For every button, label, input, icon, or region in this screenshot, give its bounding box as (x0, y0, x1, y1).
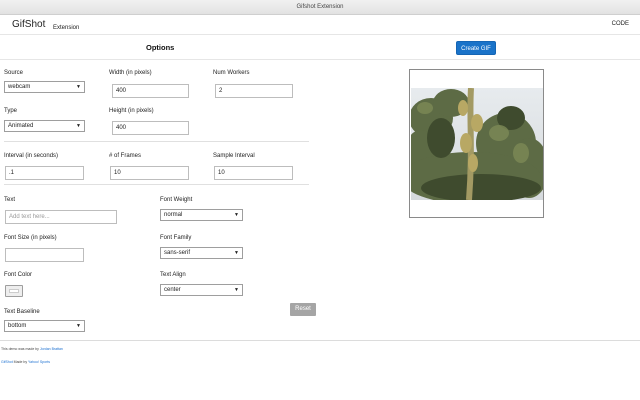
yahoo-sports-link[interactable]: Yahoo! Sports (28, 360, 50, 364)
type-select-value: Animated (8, 123, 34, 129)
font-family-label: Font Family (160, 235, 192, 241)
footer-credit-author: This demo was made by Jordan Brattan (1, 347, 63, 351)
brand-logo-text: GifShot (12, 19, 46, 30)
chevron-down-icon: ▼ (76, 323, 81, 329)
width-input[interactable]: 400 (112, 84, 189, 98)
frames-label: # of Frames (109, 153, 142, 159)
chevron-down-icon: ▼ (234, 287, 239, 293)
footer-divider (0, 340, 640, 341)
chevron-down-icon: ▼ (234, 212, 239, 218)
interval-input[interactable]: .1 (5, 166, 84, 180)
gifshot-link[interactable]: GifShot (1, 360, 13, 364)
footer-credit-text: This demo was made by (1, 347, 39, 351)
window-titlebar: Gifshot Extension (0, 0, 640, 15)
section-divider (4, 141, 309, 142)
brand-subtitle: Extension (53, 25, 80, 31)
font-weight-select[interactable]: normal ▼ (160, 209, 243, 221)
font-color-picker[interactable] (5, 285, 23, 297)
code-link[interactable]: CODE (612, 21, 629, 27)
source-select-value: webcam (8, 84, 31, 90)
font-color-swatch (9, 289, 19, 293)
font-color-label: Font Color (4, 272, 33, 278)
text-baseline-select-value: bottom (8, 323, 27, 329)
text-input[interactable]: Add text here... (5, 210, 117, 224)
source-label: Source (4, 70, 24, 76)
create-gif-button[interactable]: Create GIF (456, 41, 496, 55)
font-size-label: Font Size (in pixels) (4, 235, 57, 241)
chevron-down-icon: ▼ (234, 250, 239, 256)
chevron-down-icon: ▼ (76, 84, 81, 90)
footer-made-by: Made by (13, 360, 28, 364)
text-baseline-select[interactable]: bottom ▼ (4, 320, 85, 332)
sample-interval-label: Sample Interval (213, 153, 255, 159)
frames-input[interactable]: 10 (110, 166, 189, 180)
text-align-select-value: center (164, 287, 181, 293)
source-select[interactable]: webcam ▼ (4, 81, 85, 93)
font-family-select[interactable]: sans-serif ▼ (160, 247, 243, 259)
options-toolbar: Options Create GIF (0, 34, 640, 60)
reset-button[interactable]: Reset (290, 303, 316, 316)
text-align-label: Text Align (160, 272, 186, 278)
height-label: Height (in pixels) (109, 108, 154, 114)
options-title: Options (146, 43, 175, 52)
text-align-select[interactable]: center ▼ (160, 284, 243, 296)
width-label: Width (in pixels) (109, 70, 152, 76)
height-input[interactable]: 400 (112, 121, 189, 135)
webcam-preview-image (411, 88, 543, 200)
font-family-select-value: sans-serif (164, 250, 191, 256)
num-workers-label: Num Workers (213, 70, 250, 76)
font-size-input[interactable] (5, 248, 84, 262)
font-weight-select-value: normal (164, 212, 183, 218)
type-select[interactable]: Animated ▼ (4, 120, 85, 132)
text-baseline-label: Text Baseline (4, 309, 40, 315)
num-workers-input[interactable]: 2 (215, 84, 293, 98)
app-header: GifShot Extension CODE (0, 15, 640, 35)
sample-interval-input[interactable]: 10 (214, 166, 293, 180)
type-label: Type (4, 108, 18, 114)
section-divider (4, 184, 309, 185)
text-label: Text (4, 197, 16, 203)
footer-credit-project: GifShot Made by Yahoo! Sports (1, 360, 50, 364)
chevron-down-icon: ▼ (76, 123, 81, 129)
font-weight-label: Font Weight (160, 197, 193, 203)
interval-label: Interval (in seconds) (4, 153, 59, 159)
gif-preview (409, 69, 544, 218)
author-link[interactable]: Jordan Brattan (40, 347, 63, 351)
window-title: Gifshot Extension (296, 4, 344, 10)
